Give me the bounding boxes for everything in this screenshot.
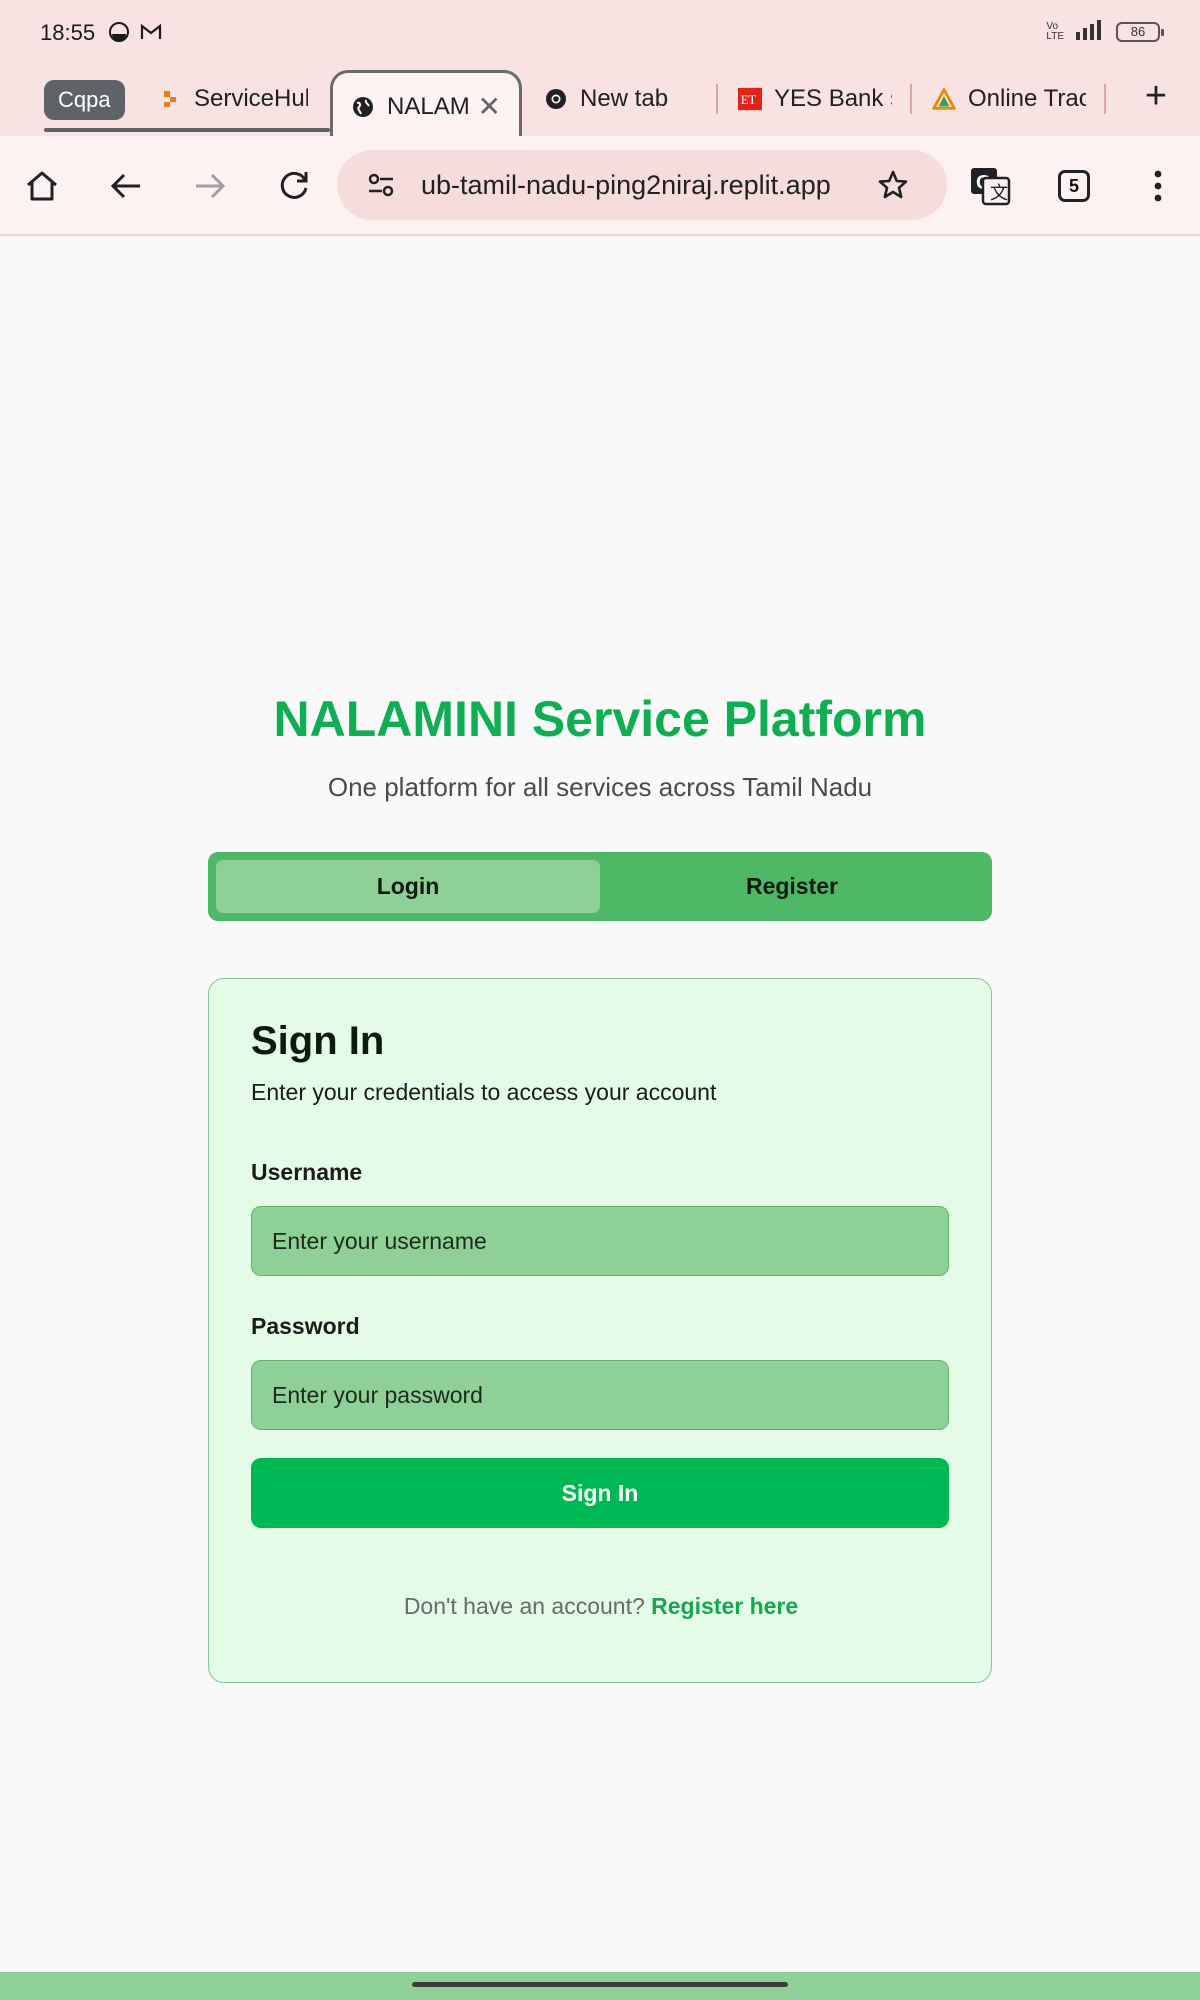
- triangle-favicon: [932, 87, 956, 111]
- page-title: NALAMINI Service Platform: [273, 691, 927, 747]
- tab-label: ServiceHub: [194, 85, 308, 112]
- url-text[interactable]: ub-tamil-nadu-ping2niraj.replit.app: [421, 170, 861, 201]
- gmail-icon: [140, 21, 162, 48]
- tab-online-trac[interactable]: Online Trac: [932, 70, 1086, 128]
- battery-icon: 86: [1116, 21, 1164, 42]
- password-input[interactable]: [251, 1360, 949, 1430]
- svg-text:ET: ET: [741, 93, 757, 107]
- password-label: Password: [251, 1313, 360, 1339]
- bottom-navigation-bar: [0, 1972, 1200, 2000]
- tab-nalamini[interactable]: NALAMINI Service Platform ✕: [330, 70, 522, 140]
- back-icon[interactable]: [102, 162, 150, 210]
- card-title: Sign In: [251, 1019, 385, 1063]
- status-right-group: Vo LTE 86: [1046, 20, 1164, 43]
- servicehub-favicon: [158, 87, 182, 111]
- new-tab-button[interactable]: +: [1134, 76, 1178, 120]
- browser-toolbar: ub-tamil-nadu-ping2niraj.replit.app G文 5: [0, 136, 1200, 236]
- bookmark-star-icon[interactable]: [871, 163, 915, 207]
- status-time: 18:55: [40, 20, 96, 45]
- tab-count: 5: [1058, 170, 1090, 202]
- username-input[interactable]: [251, 1206, 949, 1276]
- tab-group-chip[interactable]: Cqpa: [44, 80, 125, 120]
- tab-separator: [716, 84, 718, 114]
- tab-yes-bank[interactable]: ET YES Bank s: [738, 70, 892, 128]
- forward-icon[interactable]: [186, 162, 234, 210]
- sign-in-button[interactable]: Sign In: [251, 1458, 949, 1528]
- tab-label: Online Trac: [968, 85, 1086, 112]
- tab-separator: [910, 84, 912, 114]
- do-not-disturb-icon: [108, 21, 130, 48]
- sign-in-card: Sign In Enter your credentials to access…: [208, 978, 992, 1683]
- svg-text:文: 文: [990, 183, 1008, 203]
- home-icon[interactable]: [18, 162, 66, 210]
- et-favicon: ET: [738, 87, 762, 111]
- translate-icon[interactable]: G文: [966, 162, 1014, 210]
- volte-icon: Vo LTE: [1046, 20, 1064, 42]
- globe-icon: [351, 95, 375, 119]
- tab-label: NALAMINI Service Platform: [387, 92, 468, 120]
- tab-group-underline: [44, 128, 330, 132]
- signal-icon: [1074, 20, 1106, 43]
- tab-switcher-icon[interactable]: 5: [1050, 162, 1098, 210]
- tab-strip: Cqpa ServiceHub NALAMINI Service Platfor…: [0, 66, 1200, 140]
- tab-new-tab[interactable]: New tab: [544, 70, 694, 128]
- register-prompt: Don't have an account? Register here: [209, 1593, 993, 1620]
- chrome-icon: [544, 87, 568, 111]
- tab-login[interactable]: Login: [216, 860, 600, 913]
- auth-tabs: Login Register: [208, 852, 992, 921]
- tab-separator: [1104, 84, 1106, 114]
- username-label: Username: [251, 1159, 363, 1185]
- register-link[interactable]: Register here: [651, 1593, 798, 1619]
- tab-label: YES Bank s: [774, 85, 892, 112]
- close-icon[interactable]: ✕: [478, 90, 501, 123]
- more-menu-icon[interactable]: [1134, 162, 1182, 210]
- address-bar[interactable]: ub-tamil-nadu-ping2niraj.replit.app: [337, 150, 947, 220]
- card-description: Enter your credentials to access your ac…: [251, 1079, 717, 1105]
- tab-register[interactable]: Register: [600, 860, 984, 913]
- register-prompt-text: Don't have an account?: [403, 1593, 645, 1619]
- site-settings-icon[interactable]: [361, 165, 401, 205]
- tab-servicehub[interactable]: ServiceHub: [158, 70, 308, 128]
- reload-icon[interactable]: [270, 162, 318, 210]
- status-bar: 18:55 Vo LTE 86: [0, 0, 1200, 66]
- gesture-handle[interactable]: [412, 1982, 788, 1987]
- page-subtitle: One platform for all services across Tam…: [327, 772, 873, 802]
- tab-label: New tab: [580, 85, 669, 112]
